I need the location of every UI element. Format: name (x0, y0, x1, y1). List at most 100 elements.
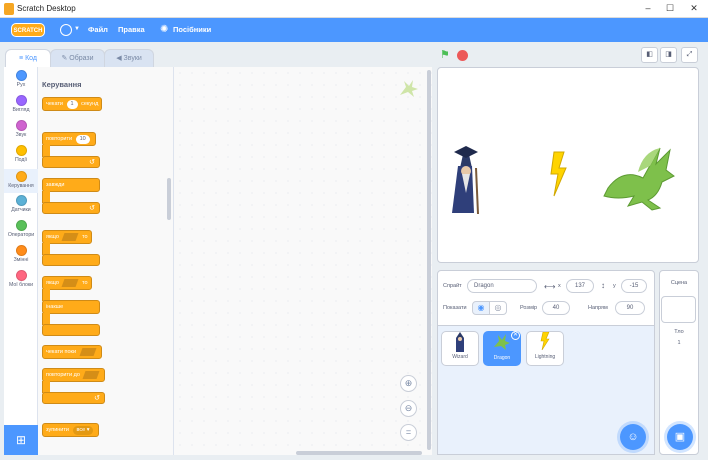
green-flag-icon[interactable]: ⚑ (440, 49, 452, 61)
menu-tutorials[interactable]: Посібники (173, 18, 211, 42)
if-then-block[interactable]: якщо то (42, 230, 92, 244)
category-looks[interactable]: Вигляд (4, 95, 38, 113)
sprite-tile-wizard[interactable]: Wizard (441, 331, 479, 366)
maximize-icon[interactable]: ☐ (662, 2, 678, 14)
repeat-value-input[interactable]: 10 (75, 135, 90, 144)
palette-scrollbar[interactable] (167, 178, 171, 220)
tab-code[interactable]: ≡ Код (5, 49, 51, 67)
zoom-out-button[interactable]: ⊖ (400, 400, 417, 417)
repeat-block-bottom: ↺ (42, 156, 100, 168)
direction-label: Напрям (588, 305, 608, 311)
condition-slot[interactable] (82, 370, 100, 379)
zoom-out-icon: ⊖ (404, 403, 413, 413)
script-area[interactable]: ⊕ ⊖ = (174, 67, 432, 455)
close-icon[interactable]: ✕ (686, 2, 702, 14)
category-events[interactable]: Події (4, 143, 38, 167)
condition-slot[interactable] (61, 278, 79, 287)
block-label: завжди (46, 182, 65, 188)
large-stage-icon: ◨ (665, 51, 672, 58)
block-label: якщо (46, 234, 59, 240)
sprite-tile-name: Wizard (452, 354, 468, 360)
zoom-reset-button[interactable]: = (400, 424, 417, 441)
stage-canvas[interactable] (437, 67, 699, 263)
tab-costumes[interactable]: ✎ Образи (50, 49, 105, 67)
wait-until-block[interactable]: чекати поки (42, 345, 102, 359)
category-sensing[interactable]: Датчики (4, 195, 38, 213)
add-extension-icon: ⊞ (15, 433, 27, 447)
block-label: чекати поки (46, 349, 77, 355)
workspace-scrollbar-horizontal[interactable] (296, 451, 422, 455)
lightning-sprite[interactable] (550, 151, 567, 197)
repeat-until-block[interactable]: повторити до (42, 368, 106, 382)
if-block-bottom (42, 254, 100, 266)
condition-slot[interactable] (61, 232, 79, 241)
loop-arrow-icon: ↺ (94, 395, 100, 402)
category-label: Керування (8, 183, 34, 189)
stop-block[interactable]: зупинити все ▾ (42, 423, 100, 437)
eye-icon: ◉ (477, 303, 485, 312)
small-stage-button[interactable]: ◧ (641, 47, 658, 63)
block-label: то (81, 234, 88, 240)
category-my-blocks[interactable]: Мої блоки (4, 270, 38, 288)
fullscreen-icon: ⤢ (686, 51, 693, 58)
block-categories: Рух Вигляд Звук Події Керування Датчики … (4, 67, 38, 455)
tab-costumes-label: Образи (69, 55, 94, 62)
dragon-sprite[interactable] (603, 147, 675, 211)
scratch-logo[interactable]: SCRATCH (11, 23, 45, 37)
chevron-down-icon[interactable]: ▼ (74, 26, 80, 32)
globe-icon[interactable] (60, 24, 72, 36)
category-sound[interactable]: Звук (4, 120, 38, 138)
sprite-name-field[interactable]: Dragon (467, 279, 537, 293)
category-operators[interactable]: Оператори (4, 220, 38, 238)
large-stage-button[interactable]: ◨ (660, 47, 677, 63)
category-label: Звук (15, 132, 27, 138)
zoom-in-button[interactable]: ⊕ (400, 375, 417, 392)
menu-file[interactable]: Файл (88, 18, 108, 42)
block-label: інакше (46, 304, 64, 310)
tab-sounds[interactable]: ◀ Звуки (104, 49, 154, 67)
category-dot-icon (15, 195, 27, 206)
add-sprite-button[interactable]: ☺ (620, 424, 646, 450)
loop-arrow-icon: ↺ (89, 159, 95, 166)
tab-sounds-label: Звуки (123, 55, 142, 62)
add-extension-button[interactable]: ⊞ (4, 425, 38, 455)
forever-block[interactable]: завжди (42, 178, 100, 192)
menu-bar: SCRATCH ▼ Файл Правка ✺ Посібники (0, 18, 708, 42)
repeat-block[interactable]: повторити 10 (42, 132, 96, 146)
scratch-app-icon (4, 3, 14, 15)
category-dot-icon (15, 145, 27, 156)
category-control[interactable]: Керування (4, 169, 38, 193)
category-motion[interactable]: Рух (4, 70, 38, 88)
x-position-field[interactable]: 137 (566, 279, 594, 293)
stop-icon[interactable] (457, 50, 468, 61)
backdrops-label: Тло (674, 329, 684, 335)
size-field[interactable]: 40 (542, 301, 570, 315)
wizard-sprite[interactable] (452, 146, 479, 215)
sprite-label: Спрайт (443, 283, 462, 289)
stop-dropdown[interactable]: все ▾ (72, 426, 94, 435)
workspace-scrollbar-vertical[interactable] (427, 70, 431, 450)
category-dot-icon (15, 95, 27, 106)
hide-sprite-button[interactable]: ◎ (489, 301, 507, 315)
minimize-icon[interactable]: – (640, 2, 656, 14)
sprite-tile-lightning[interactable]: Lightning (526, 331, 564, 366)
category-label: Оператори (7, 232, 35, 238)
direction-field[interactable]: 90 (615, 301, 645, 315)
stage-sprites (452, 146, 675, 215)
wait-value-input[interactable]: 1 (66, 100, 78, 109)
wait-seconds-block[interactable]: чекати 1 секунд (42, 97, 103, 111)
condition-slot[interactable] (79, 347, 97, 356)
loop-arrow-icon: ↺ (89, 205, 95, 212)
category-label: Мої блоки (8, 282, 34, 288)
delete-sprite-icon[interactable]: ✕ (511, 331, 520, 340)
wizard-icon (442, 332, 478, 354)
menu-edit[interactable]: Правка (118, 18, 145, 42)
if-else-block[interactable]: якщо то (42, 276, 92, 290)
y-position-field[interactable]: -15 (621, 279, 647, 293)
lightning-icon (527, 331, 563, 354)
stage-thumbnail[interactable] (661, 296, 696, 323)
show-sprite-button[interactable]: ◉ (472, 301, 490, 315)
category-variables[interactable]: Змінні (4, 245, 38, 263)
add-backdrop-button[interactable]: ▣ (667, 424, 693, 450)
fullscreen-button[interactable]: ⤢ (681, 47, 698, 63)
